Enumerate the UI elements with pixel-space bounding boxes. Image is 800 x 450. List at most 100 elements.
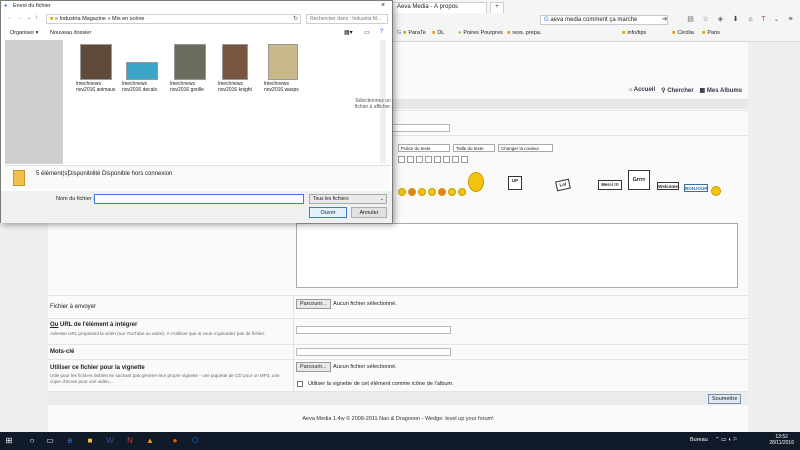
addon-t-icon[interactable]: T [759,15,768,24]
file-item[interactable]: lmechnews nov2016 animaux [76,44,118,93]
menu-icon[interactable]: ≡ [786,15,795,24]
file-type-select[interactable]: Tous les fichiers ⌄ [309,194,387,204]
open-button[interactable]: Ouvrir [309,207,347,218]
google-icon: G [544,17,549,23]
browse-file-button[interactable]: Parcourir... [296,299,331,309]
view-options-icon[interactable]: ▦▾ [344,29,353,36]
bookmark-info[interactable]: ■ info/tips [622,28,646,37]
thumbnail-label: Utiliser ce fichier pour la vignette [50,365,145,371]
file-explorer-icon[interactable]: ■ [85,436,95,446]
back-arrow-icon[interactable]: ← [7,15,13,21]
list-button[interactable] [425,156,432,163]
home-icon: ⌂ [628,87,633,93]
new-tab-button[interactable]: + [490,2,504,13]
outlook-icon[interactable]: O [190,436,200,446]
bookmark-dl[interactable]: ■ DL [432,28,444,37]
sign-merci[interactable]: Merci !!! [598,180,622,190]
bookmark-paratext[interactable]: ■ ParaTe [403,28,426,37]
download-icon[interactable]: ⬇ [731,15,740,24]
chevron-down-icon[interactable]: ⌄ [27,15,31,21]
chevron-down-icon[interactable]: ⌄ [772,15,781,24]
bookmark-cecilia[interactable]: ■ Cécilia [672,28,694,37]
pocket-icon[interactable]: ◈ [716,15,725,24]
dialog-close-button[interactable]: × [374,1,392,12]
smiley-icon[interactable] [448,188,456,196]
availability-value: Disponible hors connexion [102,171,173,177]
new-folder-button[interactable]: Nouveau dossier [50,30,91,36]
word-icon[interactable]: W [105,436,115,446]
dialog-search-input[interactable]: Rechercher dans : Industria M... [306,14,388,24]
bookmark-poires[interactable]: ● Poires Pourpres [458,28,503,37]
bookmark-g[interactable]: G [397,28,401,37]
url-input[interactable] [296,326,451,334]
refresh-icon[interactable]: ↻ [293,15,298,22]
nav-home[interactable]: ⌂ Accueil [629,87,655,94]
image-button[interactable] [461,156,468,163]
reading-list-icon[interactable]: ▤ [686,15,695,24]
thumbnail-icon-checkbox[interactable] [297,381,303,387]
align-right-button[interactable] [416,156,423,163]
smiley-icon[interactable] [398,188,406,196]
editor-buttons [398,156,468,163]
smiley-icon[interactable] [428,188,436,196]
thumbnail-status: Aucun fichier sélectionné. [333,364,397,370]
smiley-icon[interactable] [438,188,446,196]
bookmark-star-icon[interactable]: ☆ [701,15,710,24]
code-button[interactable] [443,156,450,163]
windows-start-icon[interactable]: ⊞ [4,436,14,446]
smiley-icon[interactable] [458,188,466,196]
forward-arrow-icon[interactable]: → [17,15,23,21]
up-arrow-icon[interactable]: ↑ [35,15,38,21]
font-select[interactable]: Police du texte [398,144,450,152]
browse-thumbnail-button[interactable]: Parcourir... [296,362,331,372]
file-item[interactable]: lmechnews nov2016 knight [218,44,260,93]
home-icon[interactable]: ⌂ [746,15,755,24]
smiley-icon[interactable] [408,188,416,196]
sign-welcome[interactable]: Welcome [657,182,679,190]
align-left-button[interactable] [398,156,405,163]
clock[interactable]: 13:52 28/11/2016 [769,434,794,446]
help-icon[interactable]: ? [380,29,383,35]
vlc-icon[interactable]: ▲ [145,436,155,446]
address-bar[interactable]: G aeva media comment ça marche [540,15,668,25]
smiley-icon[interactable] [418,188,426,196]
smiley-icon[interactable] [711,186,721,196]
tray-icons[interactable]: ⌃ ▭ ◖ ⚐ [715,437,738,443]
table-button[interactable] [452,156,459,163]
navigation-pane[interactable] [5,40,63,164]
quote-button[interactable] [434,156,441,163]
desktop-label[interactable]: Bureau [690,437,708,443]
go-arrow-icon[interactable]: ➜ [660,15,669,24]
sign-grrr[interactable]: Grrrr [628,170,650,190]
browser-tab[interactable]: Aeva Media - À propos [392,2,487,13]
bookmark-ress[interactable]: ■ ress. prepa. [507,28,541,37]
dialog-status-bar: 5 élément(s) Disponibilité : Disponible … [5,165,390,189]
edge-icon[interactable]: e [65,436,75,446]
file-item[interactable]: lmechnews nov2016 gorille [170,44,212,93]
organize-button[interactable]: Organiser ▾ [10,30,38,36]
dialog-path[interactable]: ■ » Industria Magazine » Mis en scène [46,14,301,24]
file-list: lmechnews nov2016 animaux lmechnews nov2… [66,40,386,164]
color-select[interactable]: Changer la couleur [498,144,553,152]
firefox-icon[interactable]: ● [170,436,180,446]
sign-up[interactable]: UP [508,176,522,190]
file-item[interactable]: lmechnews nov2016 decals [122,44,164,93]
sign-bonjour[interactable]: BONJOUR [684,184,708,192]
file-item[interactable]: lmechnews nov2016 wasps [264,44,306,93]
filename-input[interactable] [94,194,304,204]
message-textarea[interactable] [296,223,738,288]
onenote-icon[interactable]: N [125,436,135,446]
cancel-button[interactable]: Annuler [351,207,387,218]
search-icon[interactable]: ○ [27,436,37,446]
align-center-button[interactable] [407,156,414,163]
keywords-input[interactable] [296,348,451,356]
submit-button[interactable]: Soumettre [708,394,742,404]
sign-lol[interactable]: Lol [555,178,571,192]
big-smiley-icon[interactable] [468,172,484,192]
nav-search[interactable]: ⚲ Chercher [661,87,693,94]
preview-pane-icon[interactable]: ▭ [364,29,370,36]
bookmark-paris[interactable]: ■ Paris [702,28,720,37]
nav-albums[interactable]: ▦ Mes Albums [700,87,742,94]
size-select[interactable]: Taille du texte [453,144,495,152]
task-view-icon[interactable]: ▭ [45,436,55,446]
